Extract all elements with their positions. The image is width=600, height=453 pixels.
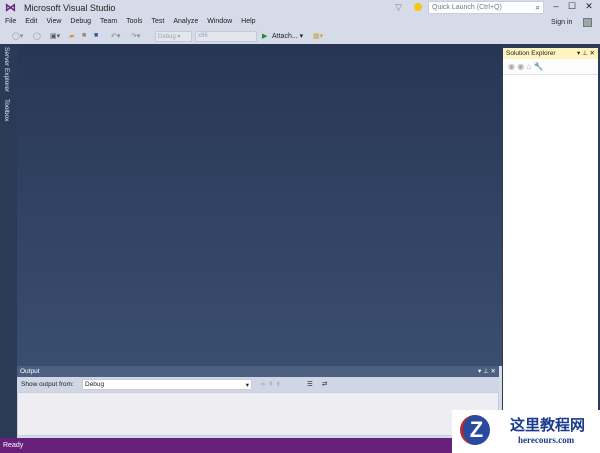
home-icon[interactable]: ⌂ xyxy=(526,62,531,71)
menu-tools[interactable]: Tools xyxy=(121,16,146,25)
open-file-icon[interactable]: ▰ xyxy=(69,32,74,40)
new-project-icon[interactable]: ▣▾ xyxy=(50,32,60,40)
undo-icon[interactable]: ↶▾ xyxy=(111,32,120,40)
vs-logo-icon: ⋈ xyxy=(5,2,16,14)
solution-explorer-body xyxy=(503,75,598,438)
left-tool-strip: Server Explorer Toolbox xyxy=(0,44,17,438)
window-title: Microsoft Visual Studio xyxy=(24,3,116,13)
menu-window[interactable]: Window xyxy=(202,16,236,25)
menu-view[interactable]: View xyxy=(41,16,65,25)
quick-launch-input[interactable]: Quick Launch (Ctrl+Q) ⌕ xyxy=(428,1,544,14)
attach-button[interactable]: Attach... ▾ xyxy=(272,32,303,40)
output-title: Output xyxy=(20,368,40,375)
menu-analyze[interactable]: Analyze xyxy=(168,16,202,25)
forward-icon[interactable]: ◯ xyxy=(33,32,41,40)
tab-server-explorer[interactable]: Server Explorer xyxy=(3,47,10,92)
watermark-url: herecours.com xyxy=(518,435,575,445)
menu-file[interactable]: File xyxy=(0,16,20,25)
solution-explorer-title: Solution Explorer xyxy=(506,50,556,57)
watermark-z-icon: Z xyxy=(460,415,490,445)
properties-wrench-icon[interactable]: 🔧 xyxy=(534,62,544,71)
back-icon[interactable]: ◯▾ xyxy=(12,32,23,40)
find-message-icon[interactable]: ⇤ ⇞ ⇟ xyxy=(261,380,281,388)
panel-controls-icon[interactable]: ▾ ⊥ ✕ xyxy=(478,367,496,375)
solution-explorer-header: Solution Explorer ▾ ⊥ ✕ xyxy=(503,48,598,59)
sign-in-link[interactable]: Sign in xyxy=(551,19,572,26)
standard-toolbar: ◯▾ ◯ ▣▾ ▰ ■ ■ ↶▾ ↷▾ Debug ▾ x86 ▶ Attach… xyxy=(0,29,600,44)
minimize-button[interactable]: ‒ xyxy=(549,1,563,11)
forward-icon[interactable]: ◉ xyxy=(517,62,524,71)
solution-explorer-toolbar: ◉ ◉ ⌂ 🔧 xyxy=(503,59,598,75)
output-toolbar: Show output from: Debug ▾ ⇤ ⇞ ⇟ ☰ ⇄ xyxy=(17,377,499,392)
menu-edit[interactable]: Edit xyxy=(20,16,41,25)
save-all-icon[interactable]: ■ xyxy=(94,32,98,39)
document-area xyxy=(17,44,502,366)
close-button[interactable]: ✕ xyxy=(582,1,596,12)
configuration-select[interactable]: Debug ▾ xyxy=(155,31,192,42)
watermark-cn: 这里教程网 xyxy=(510,417,586,434)
status-text: Ready xyxy=(3,442,24,449)
quick-launch-placeholder: Quick Launch (Ctrl+Q) xyxy=(432,4,502,11)
output-source-value: Debug xyxy=(85,381,105,388)
platform-select[interactable]: x86 xyxy=(195,31,257,42)
platform-value: x86 xyxy=(198,33,208,39)
attach-label: Attach... xyxy=(272,33,298,40)
find-icon[interactable]: ▦▾ xyxy=(313,32,323,40)
menu-team[interactable]: Team xyxy=(95,16,121,25)
output-header: Output ▾ ⊥ ✕ xyxy=(17,366,499,377)
search-icon: ⌕ xyxy=(535,3,540,12)
redo-icon[interactable]: ↷▾ xyxy=(131,32,140,40)
back-icon[interactable]: ◉ xyxy=(508,62,515,71)
menu-bar: File Edit View Debug Team Tools Test Analyze Win… xyxy=(0,16,600,29)
maximize-button[interactable]: ☐ xyxy=(565,1,579,12)
panel-controls-icon[interactable]: ▾ ⊥ ✕ xyxy=(577,49,595,57)
account-icon[interactable] xyxy=(583,18,592,27)
notification-filter-icon[interactable]: ▽ xyxy=(395,2,402,13)
configuration-value: Debug xyxy=(158,34,176,40)
show-output-label: Show output from: xyxy=(21,381,74,388)
tab-toolbox[interactable]: Toolbox xyxy=(3,99,10,121)
watermark-logo: Z 这里教程网 herecours.com xyxy=(452,410,600,453)
word-wrap-icon[interactable]: ⇄ xyxy=(322,380,327,388)
menu-debug[interactable]: Debug xyxy=(65,16,95,25)
play-icon[interactable]: ▶ xyxy=(262,32,267,40)
feedback-smiley-icon[interactable] xyxy=(414,3,422,11)
title-bar: ⋈ Microsoft Visual Studio ▽ Quick Launch… xyxy=(0,0,600,16)
save-icon[interactable]: ■ xyxy=(82,32,86,39)
output-source-select[interactable]: Debug ▾ xyxy=(82,379,252,390)
output-text-area[interactable] xyxy=(17,392,499,436)
menu-test[interactable]: Test xyxy=(147,16,169,25)
clear-all-icon[interactable]: ☰ xyxy=(307,380,313,388)
menu-help[interactable]: Help xyxy=(236,16,259,25)
